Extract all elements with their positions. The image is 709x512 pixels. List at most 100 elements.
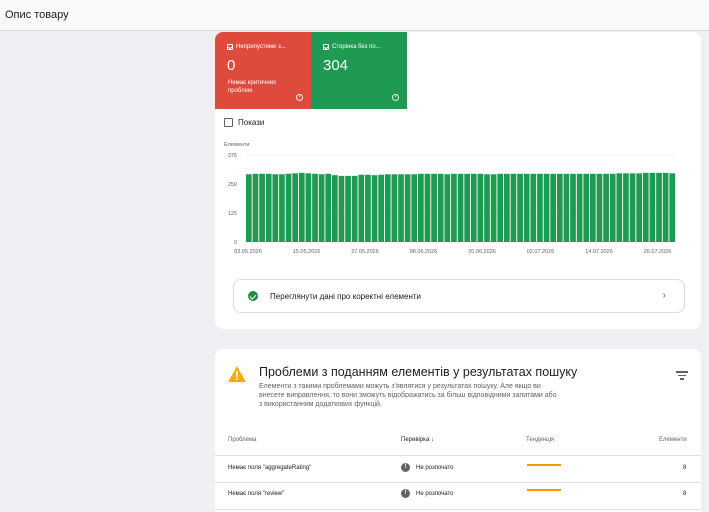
- bar: [338, 175, 345, 242]
- bar: [636, 173, 643, 242]
- items-chart: Елементи 375 250 125 0 03.05.2026 15.05.2026 27…: [224, 142, 676, 255]
- bar: [504, 173, 510, 242]
- checkbox-checked-icon[interactable]: [323, 44, 329, 50]
- valid-items-tile[interactable]: Сторінка без по... 304 ?: [311, 32, 407, 109]
- status-label: Не розпочато: [416, 490, 454, 497]
- y-tick-label: 0: [234, 240, 237, 246]
- bar: [365, 174, 371, 242]
- bar: [265, 173, 272, 242]
- bar: [404, 174, 411, 242]
- bar: [252, 173, 259, 242]
- status-cell: ! Не розпочато: [401, 489, 454, 498]
- bar: [351, 175, 358, 242]
- bar: [570, 173, 576, 242]
- divider: [215, 455, 701, 456]
- bar: [669, 173, 676, 242]
- bar: [510, 173, 517, 242]
- x-tick-label: 26.07.2026: [644, 249, 672, 255]
- bar: [649, 172, 656, 242]
- bar: [418, 173, 424, 242]
- bar: [656, 172, 662, 242]
- status-card: Неприпустиме з... 0 Немає критичних проб…: [215, 32, 701, 329]
- y-tick-label: 250: [228, 182, 237, 188]
- bar: [616, 173, 623, 242]
- bar: [325, 173, 332, 242]
- trend-line: [527, 489, 561, 491]
- bar: [312, 173, 318, 242]
- item-count: 8: [683, 491, 687, 497]
- impressions-toggle[interactable]: Покази: [224, 118, 264, 127]
- top-bar: Опис товару: [0, 0, 709, 31]
- checkbox-checked-icon[interactable]: [227, 44, 233, 50]
- y-axis-label: Елементи: [224, 142, 249, 148]
- issues-description: Елементи з такими проблемами можуть з'яв…: [259, 383, 557, 408]
- bar: [457, 173, 464, 242]
- invalid-tile-label: Неприпустиме з...: [236, 44, 286, 50]
- view-valid-items-link[interactable]: Переглянути дані про коректні елементи ›: [233, 279, 685, 313]
- y-tick-label: 125: [228, 211, 237, 217]
- bar: [279, 174, 285, 242]
- bar: [332, 175, 338, 242]
- bar: [371, 175, 378, 242]
- bar: [444, 174, 451, 242]
- x-tick-label: 02.07.2026: [527, 249, 555, 255]
- bar: [497, 173, 504, 242]
- page-title: Опис товару: [5, 9, 69, 21]
- filter-icon[interactable]: [676, 371, 688, 382]
- col-header-check[interactable]: Перевірка ↓: [401, 437, 434, 443]
- col-header-items[interactable]: Елементи: [659, 437, 687, 443]
- chevron-right-icon: ›: [662, 290, 666, 301]
- bar: [398, 174, 404, 242]
- help-icon[interactable]: ?: [392, 94, 399, 101]
- bar: [550, 173, 557, 242]
- invalid-items-tile[interactable]: Неприпустиме з... 0 Немає критичних проб…: [215, 32, 311, 109]
- bar: [537, 173, 543, 242]
- bar: [259, 173, 265, 242]
- valid-count: 304: [323, 57, 349, 74]
- bar: [470, 173, 477, 242]
- bar: [642, 172, 649, 242]
- trend-line: [527, 464, 561, 466]
- bar: [543, 173, 550, 242]
- bar: [629, 173, 636, 242]
- arrow-down-icon: ↓: [430, 437, 434, 443]
- checkbox-icon[interactable]: [224, 118, 233, 127]
- bar: [358, 174, 365, 242]
- bar: [556, 173, 563, 242]
- bar: [431, 173, 437, 242]
- bar: [292, 173, 299, 242]
- bar: [285, 173, 292, 242]
- bar: [424, 173, 431, 242]
- bar: [490, 174, 497, 242]
- bar: [378, 174, 385, 242]
- bar: [345, 175, 351, 242]
- bar: [411, 174, 418, 242]
- y-tick-label: 375: [228, 153, 237, 159]
- valid-tile-label: Сторінка без по...: [332, 44, 381, 50]
- x-tick-label: 03.05.2026: [234, 249, 262, 255]
- invalid-count: 0: [227, 57, 236, 74]
- divider: [215, 482, 701, 483]
- bar: [318, 174, 325, 242]
- bar: [484, 174, 490, 242]
- divider: [215, 509, 701, 510]
- not-started-icon: !: [401, 463, 410, 472]
- col-header-check-label: Перевірка: [401, 437, 430, 443]
- bar: [451, 173, 457, 242]
- bar: [246, 174, 252, 242]
- col-header-issue[interactable]: Проблема: [228, 437, 256, 443]
- issues-card: Проблеми з поданням елементів у результа…: [215, 349, 701, 512]
- help-icon[interactable]: ?: [296, 94, 303, 101]
- x-tick-label: 14.07.2026: [585, 249, 613, 255]
- status-cell: ! Не розпочато: [401, 463, 454, 472]
- bar: [563, 173, 570, 242]
- not-started-icon: !: [401, 489, 410, 498]
- item-count: 8: [683, 465, 687, 471]
- x-tick-label: 27.05.2026: [351, 249, 379, 255]
- bar: [530, 173, 537, 242]
- bar: [583, 173, 590, 242]
- bar: [272, 174, 279, 242]
- col-header-trend[interactable]: Тенденція: [526, 437, 554, 443]
- bar: [298, 172, 305, 242]
- bar: [464, 173, 471, 242]
